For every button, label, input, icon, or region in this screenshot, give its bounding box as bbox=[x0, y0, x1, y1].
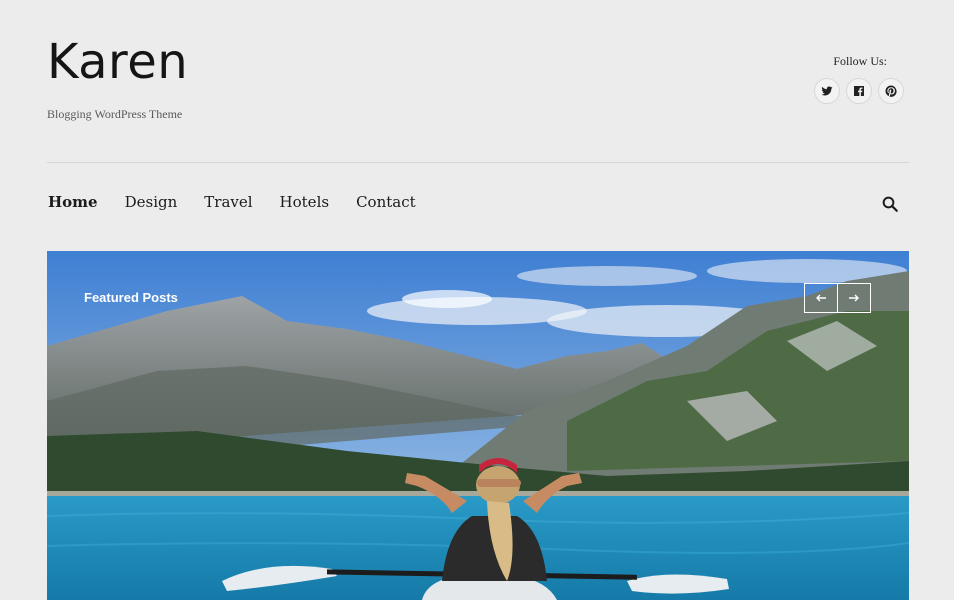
nav-item-hotels[interactable]: Hotels bbox=[280, 193, 330, 211]
featured-posts-label: Featured Posts bbox=[84, 290, 178, 305]
slider-next-button[interactable] bbox=[837, 283, 871, 313]
pinterest-icon bbox=[885, 85, 897, 97]
site-title[interactable]: Karen bbox=[47, 36, 188, 89]
search-icon[interactable] bbox=[881, 195, 899, 213]
nav-item-travel[interactable]: Travel bbox=[204, 193, 252, 211]
featured-slider[interactable]: Featured Posts bbox=[47, 251, 909, 600]
nav-item-home[interactable]: Home bbox=[48, 193, 98, 211]
header-divider bbox=[47, 162, 909, 163]
facebook-icon bbox=[854, 86, 864, 96]
social-links bbox=[814, 78, 904, 104]
slider-prev-button[interactable] bbox=[804, 283, 838, 313]
follow-us-label: Follow Us: bbox=[833, 54, 887, 68]
facebook-button[interactable] bbox=[846, 78, 872, 104]
nav-item-contact[interactable]: Contact bbox=[356, 193, 416, 211]
slider-controls bbox=[804, 283, 871, 313]
main-nav: Home Design Travel Hotels Contact bbox=[48, 193, 416, 211]
site-tagline: Blogging WordPress Theme bbox=[47, 107, 183, 121]
twitter-icon bbox=[821, 86, 833, 96]
twitter-button[interactable] bbox=[814, 78, 840, 104]
arrow-left-icon bbox=[816, 294, 826, 302]
pinterest-button[interactable] bbox=[878, 78, 904, 104]
arrow-right-icon bbox=[849, 294, 859, 302]
nav-item-design[interactable]: Design bbox=[125, 193, 178, 211]
